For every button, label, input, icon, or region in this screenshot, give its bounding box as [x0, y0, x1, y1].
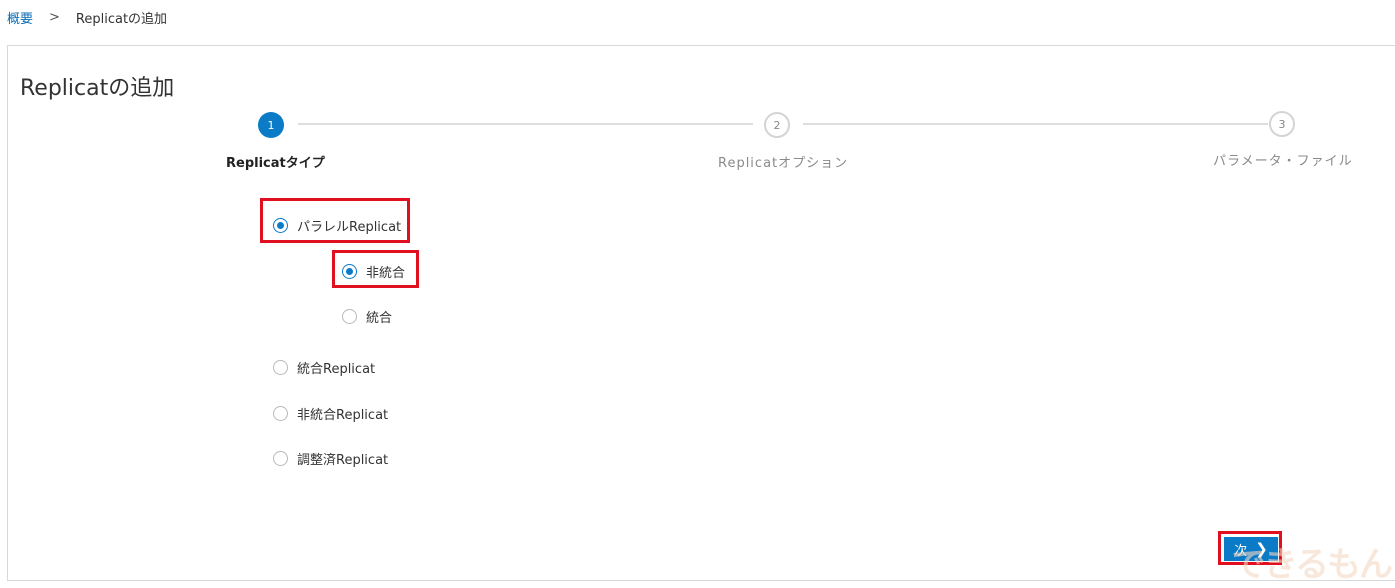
- radio-button[interactable]: [273, 451, 288, 466]
- radio-label: 調整済Replicat: [297, 453, 389, 468]
- breadcrumb-separator: >: [49, 10, 60, 25]
- radio-button[interactable]: [273, 360, 288, 375]
- radio-label: 統合Replicat: [297, 362, 376, 377]
- watermark-logo: できるもん: [1231, 545, 1393, 585]
- highlight-non-integrated: [332, 250, 419, 288]
- step-connector-2: [803, 123, 1268, 125]
- step-connector-1: [298, 123, 753, 125]
- breadcrumb: 概要 > Replicatの追加: [7, 8, 167, 27]
- highlight-parallel-replicat: [260, 198, 410, 243]
- page-title: Replicatの追加: [20, 76, 175, 101]
- step-3-indicator[interactable]: 3: [1269, 111, 1295, 137]
- step-2-indicator[interactable]: 2: [764, 112, 790, 138]
- radio-button[interactable]: [342, 309, 357, 324]
- main-panel: Replicatの追加 1 2 3 Replicatタイプ Replicatオプ…: [7, 45, 1395, 581]
- radio-coordinated-replicat[interactable]: 調整済Replicat: [273, 449, 388, 468]
- step-1-label: Replicatタイプ: [226, 156, 325, 171]
- breadcrumb-current: Replicatの追加: [75, 12, 168, 27]
- radio-label: 非統合Replicat: [297, 408, 389, 423]
- radio-non-integrated-replicat[interactable]: 非統合Replicat: [273, 404, 388, 423]
- step-2-label: Replicatオプション: [718, 156, 849, 171]
- radio-integrated-replicat[interactable]: 統合Replicat: [273, 358, 375, 377]
- step-3-label: パラメータ・ファイル: [1213, 154, 1353, 169]
- radio-integrated[interactable]: 統合: [342, 307, 392, 326]
- breadcrumb-link-overview[interactable]: 概要: [7, 8, 33, 27]
- step-1-indicator[interactable]: 1: [258, 112, 284, 138]
- radio-button[interactable]: [273, 406, 288, 421]
- radio-label: 統合: [366, 311, 393, 326]
